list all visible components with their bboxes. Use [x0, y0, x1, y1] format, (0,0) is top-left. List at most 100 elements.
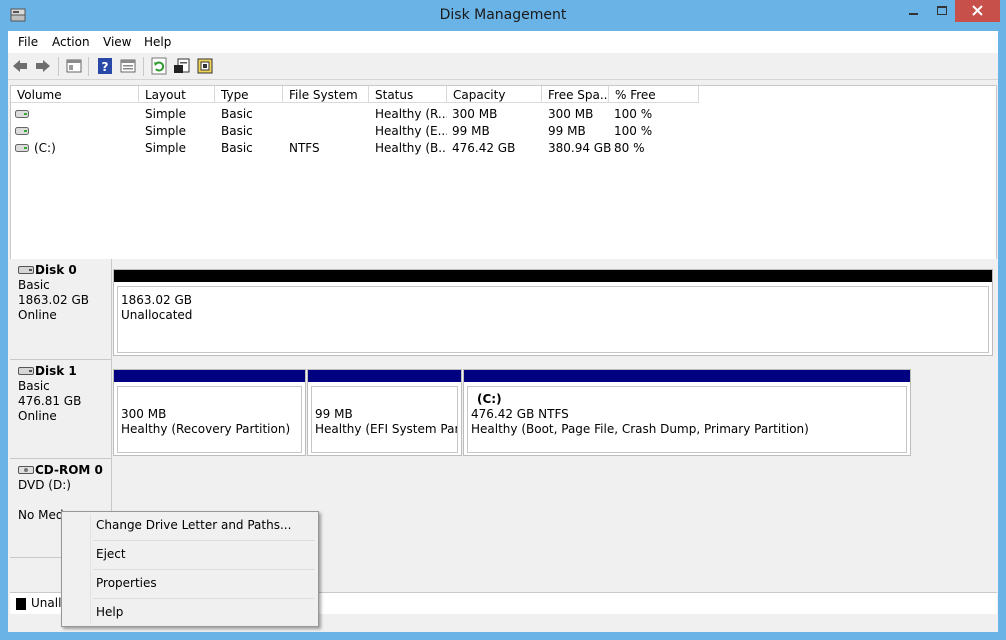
toolbar: ? [8, 53, 998, 80]
volume-type: Basic [221, 124, 253, 138]
disk-0-label[interactable]: Disk 0 Basic 1863.02 GB Online [10, 259, 112, 360]
minimize-button[interactable] [900, 0, 928, 22]
partition-details: (C:) 476.42 GB NTFS Healthy (Boot, Page … [467, 386, 907, 453]
volume-status: Healthy (B... [375, 141, 447, 155]
close-icon [972, 5, 983, 16]
partition-details: 99 MB Healthy (EFI System Partitio [311, 386, 458, 453]
volume-layout: Simple [145, 141, 186, 155]
partition-size: 300 MB [121, 407, 167, 421]
disk-size [18, 493, 111, 508]
svg-text:?: ? [102, 60, 109, 74]
volume-layout: Simple [145, 124, 186, 138]
volume-row[interactable]: Simple Basic Healthy (R... 300 MB 300 MB… [11, 106, 998, 123]
menu-item-change-drive-letter[interactable]: Change Drive Letter and Paths... [64, 512, 316, 540]
column-free-space[interactable]: Free Spa... [542, 86, 609, 103]
volume-free: 380.94 GB [548, 141, 612, 155]
window-title: Disk Management [439, 7, 567, 23]
disk-icon [18, 266, 34, 274]
disk-icon [18, 367, 34, 375]
volume-type: Basic [221, 107, 253, 121]
disk-size: 476.81 GB [18, 394, 82, 408]
partition-details: 300 MB Healthy (Recovery Partition) [117, 386, 302, 453]
partition-recovery[interactable]: 300 MB Healthy (Recovery Partition) [113, 369, 306, 456]
partition-size: 99 MB [315, 407, 353, 421]
volume-capacity: 476.42 GB [452, 141, 516, 155]
column-volume[interactable]: Volume [11, 86, 139, 103]
disk-management-window: Disk Management File Action View Help ? [0, 0, 1006, 640]
partition-details: 1863.02 GB Unallocated [117, 286, 989, 353]
menu-help[interactable]: Help [144, 35, 171, 49]
properties-list-icon[interactable] [119, 57, 137, 75]
drive-icon [15, 110, 29, 118]
disk-type: Basic [18, 278, 50, 292]
volume-type: Basic [221, 141, 253, 155]
rescan-disks-icon[interactable] [196, 57, 214, 75]
partition-bar [114, 270, 992, 282]
drive-icon [15, 127, 29, 135]
disk-type: Basic [18, 379, 50, 393]
volume-pct-free: 100 % [614, 124, 653, 138]
back-icon[interactable] [11, 57, 29, 75]
column-file-system[interactable]: File System [283, 86, 369, 103]
volume-row[interactable]: (C:) Simple Basic NTFS Healthy (B... 476… [11, 140, 998, 157]
volume-status: Healthy (R... [375, 107, 447, 121]
partition-bar [114, 370, 305, 382]
menu-item-help[interactable]: Help [64, 599, 316, 627]
disk-1-label[interactable]: Disk 1 Basic 476.81 GB Online [10, 360, 112, 459]
partition-bar [464, 370, 910, 382]
menu-bar: File Action View Help [8, 31, 998, 53]
partition-volume-label: (C:) [477, 392, 502, 406]
menu-file[interactable]: File [18, 35, 38, 49]
partition-size: 476.42 GB NTFS [471, 407, 569, 421]
column-layout[interactable]: Layout [139, 86, 215, 103]
maximize-icon [937, 6, 947, 15]
context-menu: Change Drive Letter and Paths... Eject P… [61, 511, 319, 627]
maximize-button[interactable] [928, 0, 955, 22]
menu-action[interactable]: Action [52, 35, 90, 49]
menu-item-properties[interactable]: Properties [64, 570, 316, 598]
disk-size: 1863.02 GB [18, 293, 89, 307]
close-button[interactable] [955, 0, 1000, 22]
menu-item-eject[interactable]: Eject [64, 541, 316, 569]
volume-capacity: 300 MB [452, 107, 498, 121]
title-bar[interactable]: Disk Management [0, 0, 1006, 32]
partition-status: Healthy (Boot, Page File, Crash Dump, Pr… [471, 422, 809, 436]
partition-bar [308, 370, 461, 382]
partition-size: 1863.02 GB [121, 293, 192, 307]
minimize-icon [909, 13, 918, 15]
legend-swatch-unallocated [16, 598, 26, 610]
cdrom-icon [18, 466, 34, 474]
help-icon[interactable]: ? [96, 57, 114, 75]
volume-fs: NTFS [289, 141, 320, 155]
console-tree-icon[interactable] [65, 57, 83, 75]
volume-capacity: 99 MB [452, 124, 490, 138]
disk-type: DVD (D:) [18, 478, 71, 492]
disk-state: Online [18, 409, 57, 423]
volume-list: Volume Layout Type File System Status Ca… [10, 85, 997, 285]
volume-free: 300 MB [548, 107, 594, 121]
volume-layout: Simple [145, 107, 186, 121]
partition-efi[interactable]: 99 MB Healthy (EFI System Partitio [307, 369, 462, 456]
column-type[interactable]: Type [215, 86, 283, 103]
disk-name: CD-ROM 0 [35, 463, 103, 477]
partition-unallocated[interactable]: 1863.02 GB Unallocated [113, 269, 993, 356]
column-capacity[interactable]: Capacity [447, 86, 542, 103]
partition-c-drive[interactable]: (C:) 476.42 GB NTFS Healthy (Boot, Page … [463, 369, 911, 456]
refresh-icon[interactable] [150, 57, 168, 75]
column-status[interactable]: Status [369, 86, 447, 103]
volume-row[interactable]: Simple Basic Healthy (E... 99 MB 99 MB 1… [11, 123, 998, 140]
column-percent-free[interactable]: % Free [609, 86, 699, 103]
volume-status: Healthy (E... [375, 124, 447, 138]
volume-free: 99 MB [548, 124, 586, 138]
partition-status: Healthy (EFI System Partitio [315, 422, 457, 436]
forward-icon[interactable] [34, 57, 52, 75]
volume-name: (C:) [34, 141, 56, 155]
disk-name: Disk 0 [35, 263, 77, 277]
drive-icon [15, 144, 29, 152]
properties-icon[interactable] [173, 57, 191, 75]
partition-status: Unallocated [121, 308, 193, 322]
partition-status: Healthy (Recovery Partition) [121, 422, 291, 436]
menu-view[interactable]: View [103, 35, 131, 49]
volume-pct-free: 100 % [614, 107, 653, 121]
volume-pct-free: 80 % [614, 141, 645, 155]
